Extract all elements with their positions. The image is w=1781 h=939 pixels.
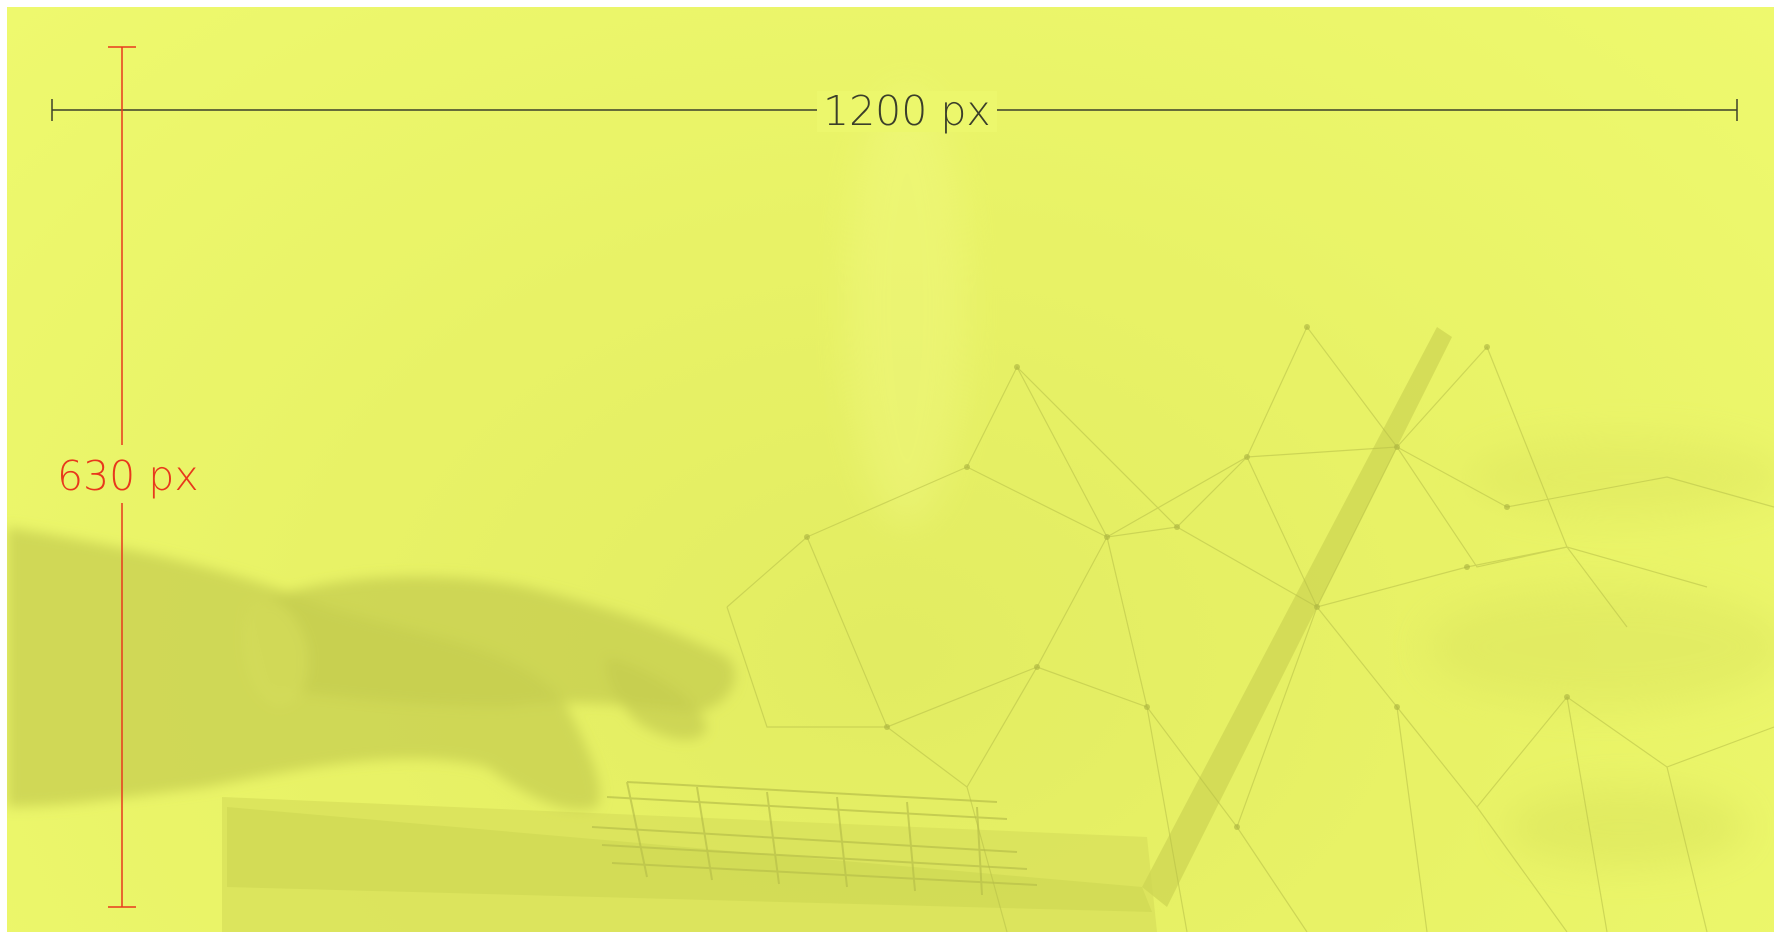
- width-label: 1200 px: [817, 91, 997, 132]
- height-label: 630 px: [57, 452, 199, 500]
- hands-icon: [7, 527, 736, 810]
- laptop-typing-illustration: [7, 46, 1774, 932]
- image-canvas: 1200 px 630 px: [7, 7, 1774, 932]
